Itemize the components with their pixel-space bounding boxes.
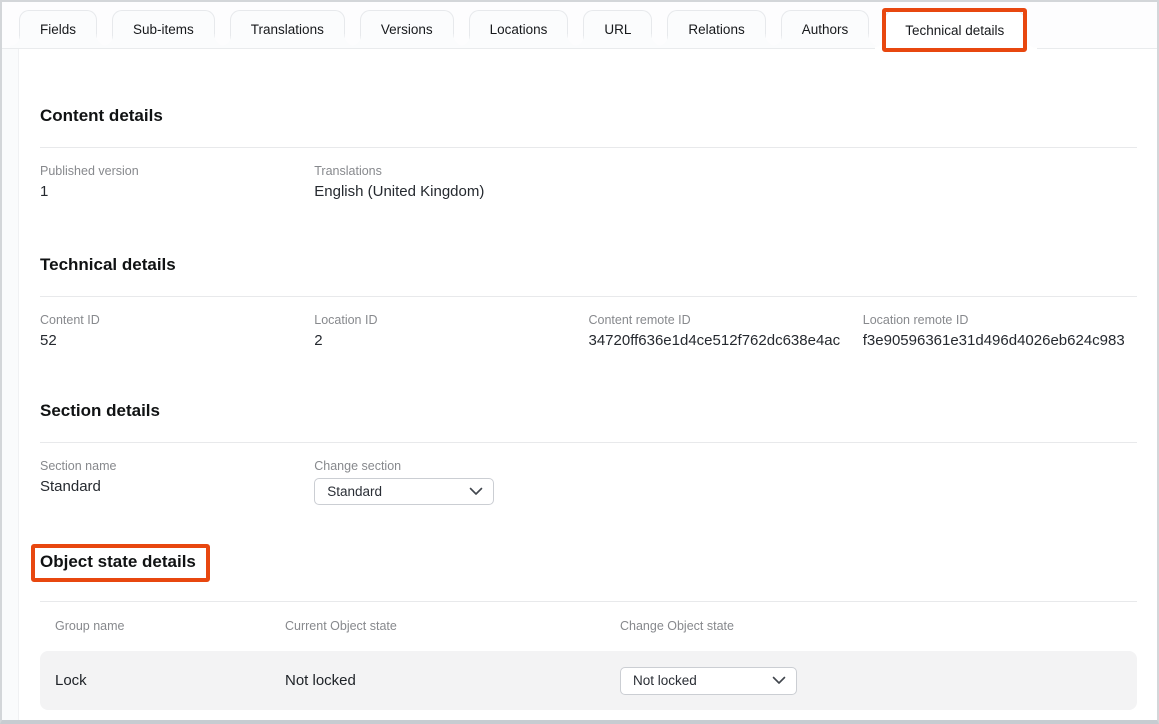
field-section-name: Section name Standard (40, 458, 314, 505)
object-state-table-header: Group name Current Object state Change O… (40, 618, 1137, 634)
field-published-version: Published version 1 (40, 163, 314, 202)
field-content-remote-id: Content remote ID 34720ff636e1d4ce512f76… (589, 312, 863, 351)
tab-bar: Fields Sub-items Translations Versions L… (2, 2, 1157, 49)
column-header-group-name: Group name (55, 618, 285, 634)
tab-url[interactable]: URL (583, 10, 652, 48)
field-value: 1 (40, 182, 314, 202)
field-change-section: Change section Standard (314, 458, 588, 505)
field-translations: Translations English (United Kingdom) (314, 163, 588, 202)
tab-technical-details-label: Technical details (905, 23, 1004, 38)
field-location-id: Location ID 2 (314, 312, 588, 351)
tab-authors[interactable]: Authors (781, 10, 870, 48)
divider (40, 147, 1137, 148)
field-label: Translations (314, 163, 588, 179)
technical-details-panel: Content details Published version 1 Tran… (2, 104, 1157, 710)
tab-versions[interactable]: Versions (360, 10, 454, 48)
group-name-cell: Lock (55, 672, 285, 689)
field-value: 34720ff636e1d4ce512f762dc638e4ac (589, 331, 863, 351)
tab-locations[interactable]: Locations (469, 10, 569, 48)
table-row-lock: Lock Not locked Not locked (40, 651, 1137, 710)
divider (40, 296, 1137, 297)
chevron-down-icon (772, 676, 786, 685)
field-value: Standard (40, 477, 314, 497)
technical-details-heading: Technical details (40, 253, 176, 276)
field-label: Location remote ID (863, 312, 1137, 328)
column-header-current-object-state: Current Object state (285, 618, 620, 634)
field-content-id: Content ID 52 (40, 312, 314, 351)
current-object-state-cell: Not locked (285, 672, 620, 689)
change-section-select[interactable]: Standard (314, 478, 494, 505)
tab-translations[interactable]: Translations (230, 10, 345, 48)
field-location-remote-id: Location remote ID f3e90596361e31d496d40… (863, 312, 1137, 351)
field-value: 52 (40, 331, 314, 351)
change-section-select-value: Standard (327, 484, 382, 499)
field-value: f3e90596361e31d496d4026eb624c983 (863, 331, 1137, 351)
section-content-details: Content details Published version 1 Tran… (40, 104, 1137, 202)
content-details-heading: Content details (40, 104, 163, 127)
change-object-state-select-value: Not locked (633, 673, 697, 688)
chevron-down-icon (469, 487, 483, 496)
tab-fields[interactable]: Fields (19, 10, 97, 48)
field-value: 2 (314, 331, 588, 351)
field-label: Change section (314, 458, 588, 474)
field-value: English (United Kingdom) (314, 182, 588, 202)
tab-technical-details[interactable]: Technical details (884, 10, 1025, 49)
column-header-change-object-state: Change Object state (620, 618, 1137, 634)
field-label: Content remote ID (589, 312, 863, 328)
divider (40, 442, 1137, 443)
divider (40, 601, 1137, 602)
field-label: Published version (40, 163, 314, 179)
technical-details-page: Fields Sub-items Translations Versions L… (0, 0, 1159, 724)
field-label: Section name (40, 458, 314, 474)
section-object-state-details: Object state details Group name Current … (40, 550, 1137, 710)
object-state-details-heading: Object state details (40, 550, 196, 573)
field-label: Location ID (314, 312, 588, 328)
object-state-details-heading-label: Object state details (40, 552, 196, 571)
tab-sub-items[interactable]: Sub-items (112, 10, 215, 48)
field-label: Content ID (40, 312, 314, 328)
section-details-heading: Section details (40, 399, 160, 422)
tab-relations[interactable]: Relations (667, 10, 765, 48)
change-object-state-select[interactable]: Not locked (620, 667, 797, 695)
section-technical-details: Technical details Content ID 52 Location… (40, 253, 1137, 351)
section-section-details: Section details Section name Standard Ch… (40, 399, 1137, 505)
